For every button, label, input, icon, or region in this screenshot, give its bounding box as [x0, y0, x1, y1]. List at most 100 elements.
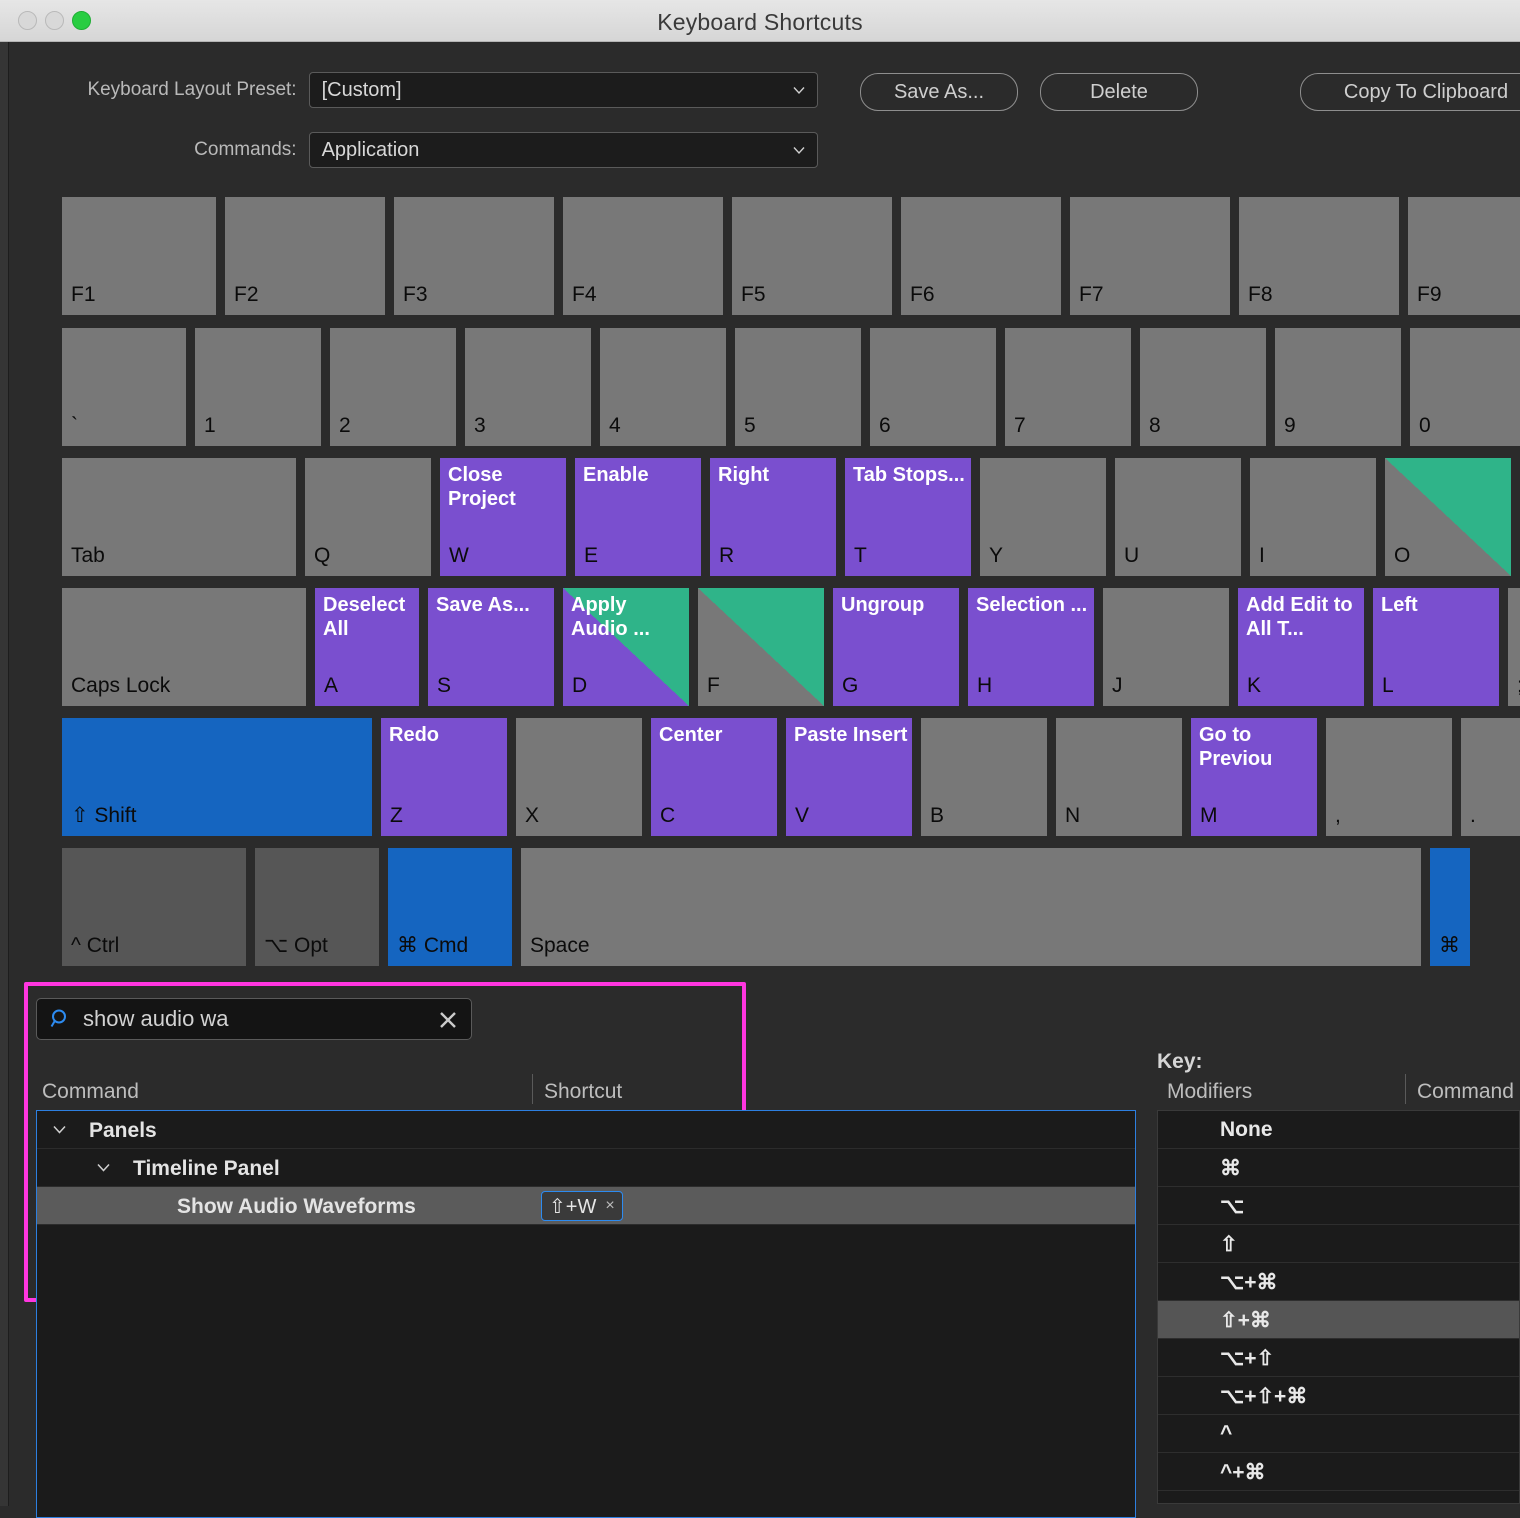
key-cmd[interactable]: ⌘ Cmd: [388, 848, 512, 966]
commands-dropdown[interactable]: Application: [308, 132, 818, 168]
key-a[interactable]: Deselect All A: [315, 588, 419, 706]
key-z[interactable]: Redo Z: [381, 718, 507, 836]
key-f3[interactable]: F3: [394, 197, 554, 315]
command-label: Panels: [89, 1119, 157, 1142]
key-q[interactable]: Q: [305, 458, 431, 576]
key-f5[interactable]: F5: [732, 197, 892, 315]
key-v[interactable]: Paste Insert V: [786, 718, 912, 836]
key-ctrl[interactable]: ^ Ctrl: [62, 848, 246, 966]
modifier-label: ⇧: [1220, 1233, 1238, 1256]
key-e[interactable]: Enable E: [575, 458, 701, 576]
preset-dropdown[interactable]: [Custom]: [308, 72, 818, 108]
search-input[interactable]: show audio wa: [36, 998, 472, 1040]
key-3[interactable]: 3: [465, 328, 591, 446]
modifier-row[interactable]: ⇧+⌘: [1158, 1301, 1519, 1339]
key-cap-label: F: [707, 674, 720, 697]
key-caps-lock[interactable]: Caps Lock: [62, 588, 306, 706]
key-t[interactable]: Tab Stops... T: [845, 458, 971, 576]
key-8[interactable]: 8: [1140, 328, 1266, 446]
key-command-label: Deselect All: [323, 594, 406, 640]
key-tab[interactable]: Tab: [62, 458, 296, 576]
key-f6[interactable]: F6: [901, 197, 1061, 315]
modifier-row[interactable]: None: [1158, 1111, 1519, 1149]
key-f9[interactable]: F9: [1408, 197, 1520, 315]
key-i[interactable]: I: [1250, 458, 1376, 576]
key-[interactable]: `: [62, 328, 186, 446]
key-d[interactable]: Apply Audio ... D: [563, 588, 689, 706]
key-f4[interactable]: F4: [563, 197, 723, 315]
modifier-row[interactable]: ^+⌘: [1158, 1453, 1519, 1491]
key-2[interactable]: 2: [330, 328, 456, 446]
disclosure-chevron-icon[interactable]: [53, 1125, 66, 1134]
key-1[interactable]: 1: [195, 328, 321, 446]
clear-search-icon[interactable]: [437, 1009, 459, 1031]
key-y[interactable]: Y: [980, 458, 1106, 576]
key-n[interactable]: N: [1056, 718, 1182, 836]
modifier-row[interactable]: ^: [1158, 1415, 1519, 1453]
modifier-row[interactable]: ⌥+⌘: [1158, 1263, 1519, 1301]
key-0[interactable]: 0: [1410, 328, 1520, 446]
delete-button[interactable]: Delete: [1040, 73, 1198, 111]
key-[interactable]: ⌘: [1430, 848, 1470, 966]
key-cap-label: 4: [609, 414, 621, 437]
key-command-label: Left: [1381, 594, 1418, 616]
key-9[interactable]: 9: [1275, 328, 1401, 446]
modifiers-table[interactable]: None ⌘ ⌥ ⇧ ⌥+⌘ ⇧+⌘ ⌥+⇧ ⌥+⇧+⌘ ^ ^+⌘: [1157, 1110, 1520, 1504]
key-l[interactable]: Left L: [1373, 588, 1499, 706]
key-4[interactable]: 4: [600, 328, 726, 446]
key-f8[interactable]: F8: [1239, 197, 1399, 315]
shortcut-badge[interactable]: ⇧+W ×: [541, 1191, 623, 1221]
key-u[interactable]: U: [1115, 458, 1241, 576]
key-command-label: Paste Insert: [794, 724, 908, 746]
modifier-row[interactable]: ⌥: [1158, 1187, 1519, 1225]
modifier-row[interactable]: ⌘: [1158, 1149, 1519, 1187]
key-j[interactable]: J: [1103, 588, 1229, 706]
key-cap-label: 5: [744, 414, 756, 437]
key-cap-label: F6: [910, 283, 935, 306]
key-[interactable]: .: [1461, 718, 1520, 836]
modifier-row[interactable]: ⌥+⇧+⌘: [1158, 1377, 1519, 1415]
modifier-label: ^+⌘: [1220, 1461, 1266, 1484]
key-cap-label: F1: [71, 283, 96, 306]
command-list-table[interactable]: Panels Timeline Panel Show Audio Waveforms…: [36, 1110, 1136, 1518]
key-7[interactable]: 7: [1005, 328, 1131, 446]
shortcut-badge-remove-icon[interactable]: ×: [605, 1197, 614, 1215]
key-f[interactable]: F: [698, 588, 824, 706]
key-space[interactable]: Space: [521, 848, 1421, 966]
modifier-label: ⌥: [1220, 1195, 1245, 1218]
key-b[interactable]: B: [921, 718, 1047, 836]
key-g[interactable]: Ungroup G: [833, 588, 959, 706]
key-[interactable]: ,: [1326, 718, 1452, 836]
key-command-label: Ungroup: [841, 594, 925, 616]
key-opt[interactable]: ⌥ Opt: [255, 848, 379, 966]
key-c[interactable]: Center C: [651, 718, 777, 836]
key-6[interactable]: 6: [870, 328, 996, 446]
key-cap-label: O: [1394, 544, 1411, 567]
key-s[interactable]: Save As... S: [428, 588, 554, 706]
disclosure-chevron-icon[interactable]: [97, 1163, 110, 1172]
key-k[interactable]: Add Edit to All T... K: [1238, 588, 1364, 706]
key-o[interactable]: O: [1385, 458, 1511, 576]
save-as-button[interactable]: Save As...: [860, 73, 1018, 111]
key-f2[interactable]: F2: [225, 197, 385, 315]
modifier-label: ⇧+⌘: [1220, 1309, 1271, 1332]
key-w[interactable]: Close Project W: [440, 458, 566, 576]
key-r[interactable]: Right R: [710, 458, 836, 576]
key-f1[interactable]: F1: [62, 197, 216, 315]
key-f7[interactable]: F7: [1070, 197, 1230, 315]
key-x[interactable]: X: [516, 718, 642, 836]
command-row[interactable]: Timeline Panel: [37, 1149, 1135, 1187]
key-cap-label: G: [842, 674, 859, 697]
key-m[interactable]: Go to Previou M: [1191, 718, 1317, 836]
command-row[interactable]: Show Audio Waveforms ⇧+W ×: [37, 1187, 1135, 1225]
key-cap-label: 7: [1014, 414, 1026, 437]
modifier-row[interactable]: ⇧: [1158, 1225, 1519, 1263]
command-row[interactable]: Panels: [37, 1111, 1135, 1149]
modifier-row[interactable]: ⌥+⇧: [1158, 1339, 1519, 1377]
key-[interactable]: ;: [1508, 588, 1520, 706]
key-5[interactable]: 5: [735, 328, 861, 446]
key-shift[interactable]: ⇧ Shift: [62, 718, 372, 836]
key-h[interactable]: Selection ... H: [968, 588, 1094, 706]
key-cap-label: S: [437, 674, 452, 697]
copy-to-clipboard-button[interactable]: Copy To Clipboard: [1300, 73, 1520, 111]
